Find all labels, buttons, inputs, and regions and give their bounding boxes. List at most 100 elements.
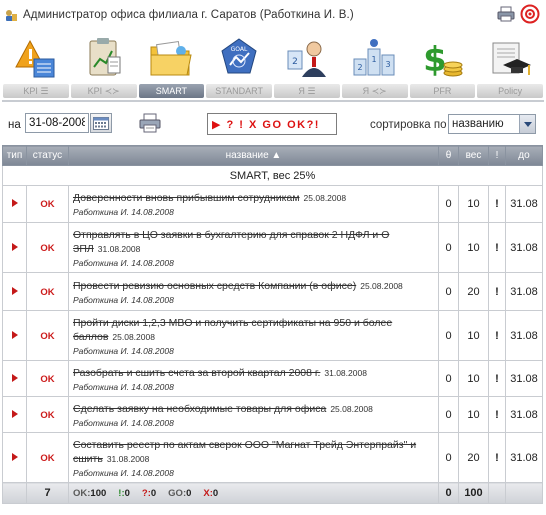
controls-row: на ▶ ? ! X GO OK?! сортировка по названи… — [0, 106, 546, 140]
sort-label: сортировка по — [370, 119, 447, 131]
task-meta: Работкина И. 14.08.2008 — [73, 417, 174, 428]
due-value: 31.08 — [505, 396, 543, 433]
me-person-icon: 2 — [282, 34, 332, 84]
module-label: KPI ≺≻ — [70, 84, 137, 98]
expand-arrow-icon[interactable] — [11, 409, 18, 418]
expand-arrow-icon[interactable] — [11, 286, 18, 295]
progress-value: 0 — [438, 185, 459, 223]
col-weight[interactable]: вес — [458, 145, 489, 166]
flag-value: ! — [488, 396, 506, 433]
expand-arrow-icon[interactable] — [11, 242, 18, 251]
date-input[interactable] — [25, 113, 89, 133]
office-admin-icon — [4, 8, 18, 22]
pfr-dollar-icon: $ — [417, 34, 467, 84]
progress-value: 0 — [438, 360, 459, 397]
table-row[interactable]: OK Сделать заявку на необходимые товары … — [2, 396, 543, 433]
sort-select[interactable]: названию — [448, 114, 536, 134]
col-name[interactable]: название ▲ — [68, 145, 439, 166]
title-bar: Администратор офиса филиала г. Саратов (… — [0, 0, 546, 30]
status-badge: OK — [40, 452, 55, 464]
col-status[interactable]: статус — [26, 145, 69, 166]
task-date: 31.08.2008 — [106, 453, 150, 464]
table-row[interactable]: OK Пройти диски 1,2,3 MBO и получить сер… — [2, 310, 543, 361]
standart-goal-icon: GOAL — [214, 34, 264, 84]
svg-text:3: 3 — [385, 60, 390, 69]
module-me-list[interactable]: 2 Я ☰ — [273, 30, 341, 102]
task-meta: Работкина И. 14.08.2008 — [73, 345, 174, 356]
group-label: SMART, вес 25% — [2, 165, 543, 186]
module-kpi-list[interactable]: KPI ☰ — [2, 30, 70, 102]
table-row[interactable]: OK Разобрать и сшить счета за второй ква… — [2, 360, 543, 397]
kpi-warning-icon — [11, 34, 61, 84]
status-badge: OK — [40, 409, 55, 421]
module-kpi-compare[interactable]: KPI ≺≻ — [70, 30, 138, 102]
task-date: 25.08.2008 — [360, 280, 403, 291]
smart-folder-icon — [146, 34, 196, 84]
status-badge: OK — [40, 330, 55, 342]
task-title[interactable]: Доверенности вновь прибывшим сотрудникам — [73, 192, 300, 204]
progress-value: 0 — [438, 272, 459, 311]
col-flag[interactable]: ! — [488, 145, 506, 166]
due-value: 31.08 — [505, 310, 543, 361]
flag-value: ! — [488, 310, 506, 361]
module-me-compare[interactable]: 213 Я ≺≻ — [341, 30, 409, 102]
task-meta: Работкина И. 14.08.2008 — [73, 467, 174, 478]
me-ranking-icon: 213 — [350, 34, 400, 84]
module-pfr[interactable]: $ PFR — [409, 30, 477, 102]
due-value: 31.08 — [505, 222, 543, 273]
weight-value: 20 — [458, 272, 489, 311]
task-date: 31.08.2008 — [97, 243, 141, 254]
expand-arrow-icon[interactable] — [11, 199, 18, 207]
weight-value: 10 — [458, 360, 489, 397]
x-summary-label: X: — [203, 487, 213, 499]
module-toolbar: KPI ☰ KPI ≺≻ SMART GOAL STANDART 2 Я ☰ 2… — [2, 30, 544, 102]
svg-text:2: 2 — [292, 57, 298, 67]
progress-value: 0 — [438, 396, 459, 433]
status-filter[interactable]: ▶ ? ! X GO OK?! — [207, 113, 337, 135]
calendar-icon[interactable] — [90, 113, 112, 133]
summary-row: 7 OK:100 !:0 ?:0 GO:0 X:0 0 100 — [2, 482, 543, 504]
go-summary-label: GO: — [168, 487, 187, 499]
module-label: KPI ☰ — [3, 84, 69, 98]
weight-value: 10 — [458, 222, 489, 273]
date-label: на — [8, 119, 21, 131]
flag-value: ! — [488, 272, 506, 311]
table-header: тип статус название ▲ θ вес ! до — [2, 145, 543, 166]
task-title[interactable]: Сделать заявку на необходимые товары для… — [73, 403, 326, 415]
col-type[interactable]: тип — [2, 145, 27, 166]
flag-value: ! — [488, 432, 506, 483]
print-icon[interactable] — [496, 4, 516, 24]
expand-arrow-icon[interactable] — [11, 452, 18, 461]
expand-arrow-icon[interactable] — [11, 330, 18, 339]
task-meta: Работкина И. 14.08.2008 — [73, 257, 174, 268]
chevron-down-icon[interactable] — [519, 115, 535, 133]
group-row: SMART, вес 25% — [2, 165, 543, 186]
task-title[interactable]: Разобрать и сшить счета за второй кварта… — [73, 367, 320, 379]
task-date: 31.08.2008 — [324, 367, 367, 378]
module-label: SMART — [138, 84, 205, 98]
task-title[interactable]: Провести ревизию основных средств Компан… — [73, 280, 356, 292]
svg-text:2: 2 — [357, 63, 362, 72]
col-due[interactable]: до — [505, 145, 543, 166]
module-standart[interactable]: GOAL STANDART — [205, 30, 273, 102]
col-progress[interactable]: θ — [438, 145, 459, 166]
status-badge: OK — [40, 199, 55, 210]
flag-value: ! — [488, 185, 506, 223]
logout-icon[interactable] — [520, 4, 540, 24]
weight-value: 10 — [458, 396, 489, 433]
weight-value: 10 — [458, 310, 489, 361]
status-badge: OK — [40, 242, 55, 254]
task-date: 25.08.2008 — [330, 403, 373, 414]
policy-graduation-icon — [485, 34, 535, 84]
table-row[interactable]: OK Провести ревизию основных средств Ком… — [2, 272, 543, 311]
expand-arrow-icon[interactable] — [11, 373, 18, 382]
table-row[interactable]: OK Отправлять в ЦО заявки в бухгалтерию … — [2, 222, 543, 273]
table-row[interactable]: OK Составить реестр по актам сверок ООО … — [2, 432, 543, 483]
print-report-icon[interactable] — [138, 111, 162, 135]
table-row[interactable]: OK Доверенности вновь прибывшим сотрудни… — [2, 185, 543, 223]
toolbar-divider — [2, 100, 544, 102]
module-policy[interactable]: Policy — [476, 30, 544, 102]
svg-text:GOAL: GOAL — [231, 46, 248, 53]
task-date: 25.08.2008 — [303, 193, 347, 203]
module-smart[interactable]: SMART — [138, 30, 206, 102]
